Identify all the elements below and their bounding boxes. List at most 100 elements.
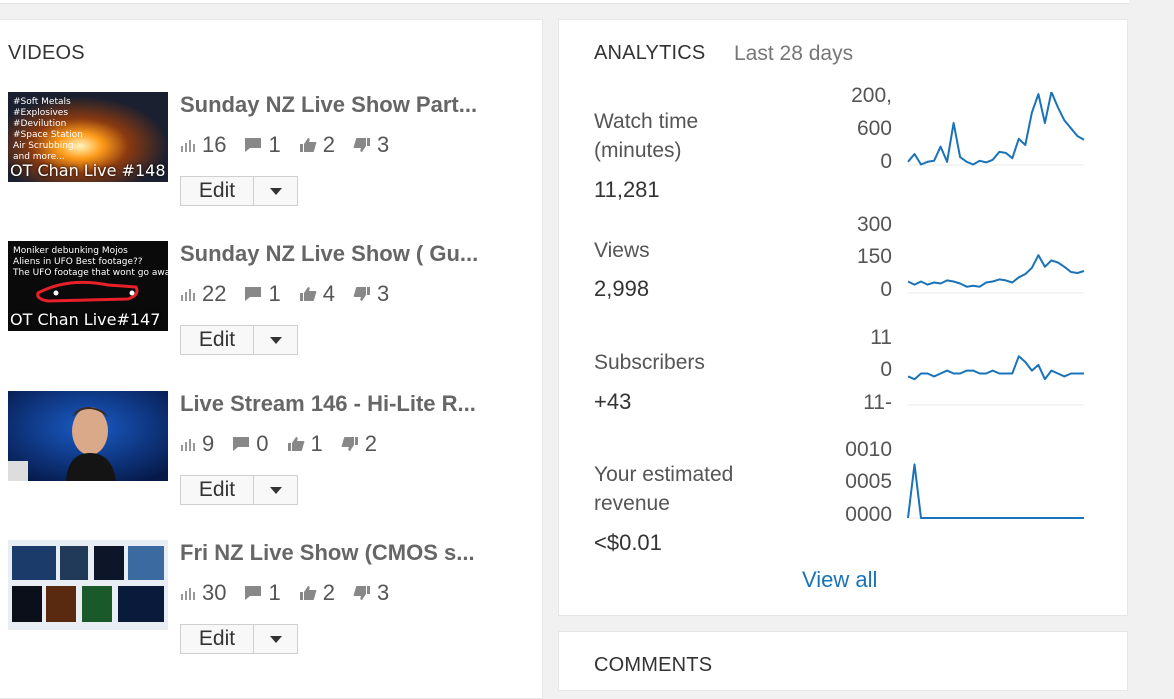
comments-stat: 1 bbox=[244, 281, 281, 307]
video-title[interactable]: Live Stream 146 - Hi-Lite R... bbox=[180, 391, 476, 417]
metric-label-line: Subscribers bbox=[594, 351, 705, 374]
thumbs-down-icon bbox=[353, 287, 370, 301]
comments-stat: 1 bbox=[244, 580, 281, 606]
video-thumbnail[interactable]: Moniker debunking Mojos Aliens in UFO Be… bbox=[8, 241, 168, 331]
views-stat: 22 bbox=[180, 281, 226, 307]
video-title[interactable]: Fri NZ Live Show (CMOS s... bbox=[180, 540, 475, 566]
edit-button[interactable]: Edit bbox=[180, 624, 254, 654]
video-title[interactable]: Sunday NZ Live Show ( Gu... bbox=[180, 241, 478, 267]
likes-stat: 2 bbox=[299, 132, 335, 158]
caret-down-icon bbox=[269, 336, 282, 344]
comments-section-title: COMMENTS bbox=[594, 654, 713, 676]
views-stat: 16 bbox=[180, 132, 226, 158]
metric-value-watch-time: 11,281 bbox=[594, 177, 660, 202]
views-stat: 30 bbox=[180, 580, 226, 606]
metric-label-line: (minutes) bbox=[594, 139, 682, 162]
axis-tick-label: 0 bbox=[880, 278, 892, 301]
edit-button[interactable]: Edit bbox=[180, 176, 254, 206]
comments-card: COMMENTS bbox=[558, 631, 1128, 691]
watch-time-sparkline[interactable] bbox=[904, 92, 1089, 172]
video-stats: 9 0 1 2 bbox=[180, 431, 395, 457]
edit-button-group: Edit bbox=[180, 325, 298, 355]
videos-card: VIDEOS #Soft Metals #Explosives #Devilut… bbox=[0, 19, 543, 699]
dislikes-count: 3 bbox=[376, 281, 390, 306]
view-all-link[interactable]: View all bbox=[802, 567, 877, 593]
comments-count: 0 bbox=[256, 431, 269, 456]
dislikes-stat: 3 bbox=[353, 132, 389, 158]
edit-button-group: Edit bbox=[180, 475, 298, 505]
comments-count: 1 bbox=[268, 132, 281, 157]
likes-stat: 4 bbox=[299, 281, 335, 307]
comments-count: 1 bbox=[268, 580, 281, 605]
views-count: 30 bbox=[202, 580, 227, 605]
comments-stat: 1 bbox=[244, 132, 281, 158]
edit-button-group: Edit bbox=[180, 176, 298, 206]
caret-down-icon bbox=[269, 187, 282, 195]
thumbs-down-icon bbox=[353, 586, 370, 600]
analytics-card: ANALYTICS Last 28 days Watch time (minut… bbox=[558, 19, 1128, 616]
comment-icon bbox=[245, 138, 262, 152]
sparkline-series bbox=[907, 463, 1084, 519]
caret-down-icon bbox=[269, 486, 282, 494]
views-count: 9 bbox=[202, 431, 215, 456]
edit-button[interactable]: Edit bbox=[180, 475, 254, 505]
video-row: Fri NZ Live Show (CMOS s... 30 1 2 3 Edi… bbox=[8, 540, 538, 670]
comment-icon bbox=[233, 437, 250, 451]
comments-count: 1 bbox=[268, 281, 281, 306]
sparkline-series bbox=[907, 92, 1085, 166]
thumbs-up-icon bbox=[299, 586, 317, 600]
thumbs-up-icon bbox=[287, 437, 304, 451]
analytics-section-title: ANALYTICS bbox=[594, 42, 706, 64]
video-thumbnail[interactable]: #Soft Metals #Explosives #Devilution #Sp… bbox=[8, 92, 168, 182]
likes-stat: 1 bbox=[287, 431, 323, 457]
comment-icon bbox=[245, 586, 262, 600]
metric-label-line: Views bbox=[594, 239, 650, 262]
dislikes-stat: 2 bbox=[341, 431, 377, 457]
likes-count: 1 bbox=[310, 431, 323, 456]
edit-dropdown-button[interactable] bbox=[254, 475, 298, 505]
dislikes-stat: 3 bbox=[353, 580, 389, 606]
comment-icon bbox=[245, 287, 262, 301]
metric-label-revenue: Your estimated revenue bbox=[594, 460, 733, 518]
video-title[interactable]: Sunday NZ Live Show Part... bbox=[180, 92, 477, 118]
edit-dropdown-button[interactable] bbox=[254, 325, 298, 355]
video-thumbnail[interactable] bbox=[8, 540, 168, 630]
likes-stat: 2 bbox=[299, 580, 335, 606]
revenue-sparkline[interactable] bbox=[904, 445, 1089, 525]
comments-stat: 0 bbox=[232, 431, 269, 457]
edit-dropdown-button[interactable] bbox=[254, 176, 298, 206]
videos-section-title: VIDEOS bbox=[8, 42, 85, 64]
views-bar-icon bbox=[181, 289, 195, 301]
axis-tick-label: 0010 bbox=[845, 438, 892, 461]
video-row: Moniker debunking Mojos Aliens in UFO Be… bbox=[8, 241, 538, 371]
metric-value-views: 2,998 bbox=[594, 276, 650, 301]
views-bar-icon bbox=[181, 588, 195, 600]
sparkline-series bbox=[907, 355, 1084, 381]
views-bar-icon bbox=[181, 439, 195, 451]
analytics-date-range: Last 28 days bbox=[734, 42, 854, 65]
axis-tick-label: 0 bbox=[880, 358, 892, 381]
dislikes-count: 3 bbox=[376, 580, 390, 605]
views-sparkline[interactable] bbox=[904, 220, 1089, 300]
thumbs-down-icon bbox=[353, 138, 370, 152]
dislikes-count: 3 bbox=[376, 132, 390, 157]
subscribers-sparkline[interactable] bbox=[904, 332, 1089, 412]
edit-button[interactable]: Edit bbox=[180, 325, 254, 355]
thumbnail-text: #Soft Metals #Explosives #Devilution #Sp… bbox=[13, 97, 83, 162]
metric-label-line: Your estimated bbox=[594, 463, 734, 486]
metric-label-line: Watch time bbox=[594, 110, 699, 133]
metric-label-line: revenue bbox=[594, 492, 670, 515]
video-row: Live Stream 146 - Hi-Lite R... 9 0 1 2 E… bbox=[8, 391, 538, 521]
video-thumbnail[interactable] bbox=[8, 391, 168, 481]
video-stats: 30 1 2 3 bbox=[180, 580, 407, 606]
views-stat: 9 bbox=[180, 431, 214, 457]
axis-tick-label: 150 bbox=[856, 245, 892, 268]
edit-dropdown-button[interactable] bbox=[254, 624, 298, 654]
metric-value-revenue: <$0.01 bbox=[594, 530, 662, 555]
axis-tick-label: 600 bbox=[856, 117, 892, 140]
video-row: #Soft Metals #Explosives #Devilution #Sp… bbox=[8, 92, 538, 222]
thumbnail-caption: OT Chan Live #148 bbox=[10, 161, 166, 180]
axis-tick-label: -11 bbox=[863, 391, 892, 414]
axis-tick-label: 11 bbox=[870, 326, 892, 349]
thumbs-up-icon bbox=[299, 287, 317, 301]
